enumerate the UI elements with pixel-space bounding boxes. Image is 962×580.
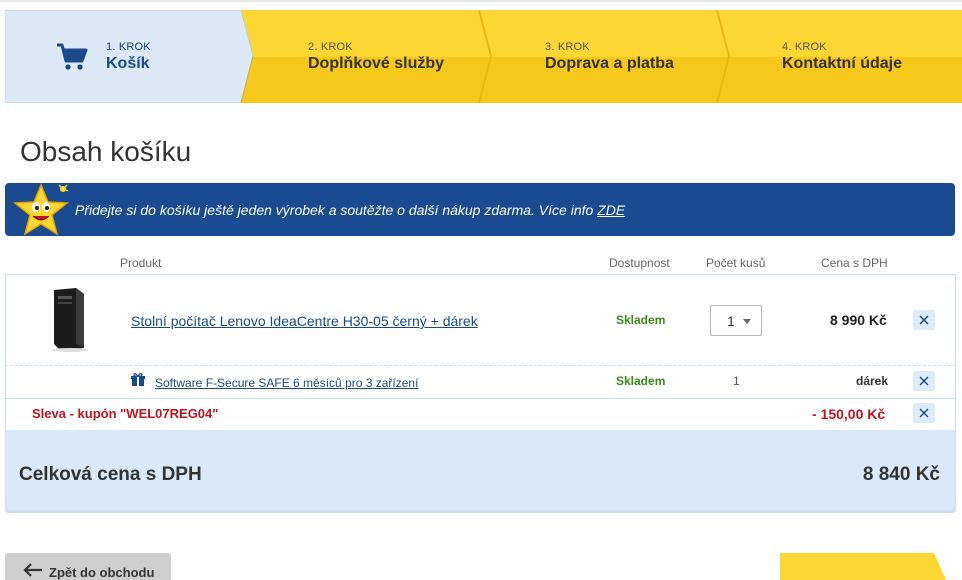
coupon-value: - 150,00 Kč	[812, 406, 886, 422]
step-4[interactable]: 4. KROK Kontaktní údaje	[782, 41, 902, 73]
step-1[interactable]: 1. KROK Košík	[106, 41, 151, 73]
arrow-left-icon	[23, 563, 42, 577]
step-1-number: 1. KROK	[106, 41, 151, 53]
step-3-number: 3. KROK	[545, 41, 590, 53]
product-row: Stolní počítač Lenovo IdeaCentre H30-05 …	[131, 313, 478, 329]
total-value: 8 840 Kč	[862, 464, 940, 485]
step-2[interactable]: 2. KROK Doplňkové služby	[308, 41, 444, 73]
remove-gift-button[interactable]	[913, 371, 935, 391]
promo-banner: Přidejte si do košíku ještě jeden výrobe…	[5, 183, 955, 236]
total-label: Celková cena s DPH	[19, 464, 202, 485]
back-to-shop-button[interactable]: Zpět do obchodu	[5, 553, 171, 580]
close-icon	[919, 315, 929, 325]
quantity-value: 1	[727, 313, 735, 329]
close-icon	[919, 376, 929, 386]
gift-price: dárek	[856, 374, 889, 388]
promo-message: Přidejte si do košíku ještě jeden výrobe…	[75, 202, 625, 218]
gift-availability: Skladem	[616, 374, 666, 388]
step-4-number: 4. KROK	[782, 41, 827, 53]
chevron-down-icon	[743, 319, 751, 324]
step-3-title: Doprava a platba	[545, 55, 674, 72]
product-availability: Skladem	[616, 313, 666, 327]
cart-icon	[57, 43, 88, 70]
star-mascot-icon	[12, 183, 70, 236]
step-1-title: Košík	[106, 55, 150, 72]
step-4-title: Kontaktní údaje	[782, 55, 903, 72]
step-2-title: Doplňkové služby	[308, 55, 445, 72]
top-divider	[0, 0, 962, 2]
product-link[interactable]: Stolní počítač Lenovo IdeaCentre H30-05 …	[131, 313, 478, 329]
step-2-number: 2. KROK	[308, 41, 353, 53]
promo-link[interactable]: ZDE	[597, 202, 625, 218]
row-divider	[5, 365, 956, 366]
total-summary: Celková cena s DPH 8 840 Kč	[5, 430, 956, 513]
continue-button[interactable]	[778, 553, 962, 580]
page-title: Obsah košíku	[20, 136, 192, 167]
remove-product-button[interactable]	[913, 310, 935, 330]
promo-text: Přidejte si do košíku ještě jeden výrobe…	[75, 202, 598, 218]
product-price: 8 990 Kč	[830, 312, 887, 328]
header-price: Cena s DPH	[821, 256, 888, 270]
remove-coupon-button[interactable]	[913, 403, 935, 423]
gift-icon	[131, 373, 145, 386]
checkout-steps: 1. KROK Košík 2. KROK Doplňkové služby 3…	[5, 10, 962, 103]
header-availability: Dostupnost	[609, 256, 670, 270]
gift-link[interactable]: Software F-Secure SAFE 6 měsíců pro 3 za…	[155, 376, 418, 390]
gift-quantity: 1	[733, 374, 740, 388]
product-image	[52, 288, 88, 352]
quantity-select[interactable]: 1	[710, 305, 762, 336]
header-product: Produkt	[120, 256, 162, 270]
back-button-label: Zpět do obchodu	[49, 565, 155, 580]
close-icon	[919, 408, 929, 418]
gift-row: Software F-Secure SAFE 6 měsíců pro 3 za…	[155, 374, 418, 390]
row-divider	[5, 398, 956, 399]
header-quantity: Počet kusů	[706, 256, 766, 270]
step-3[interactable]: 3. KROK Doprava a platba	[545, 41, 674, 73]
coupon-label: Sleva - kupón "WEL07REG04"	[32, 406, 219, 421]
